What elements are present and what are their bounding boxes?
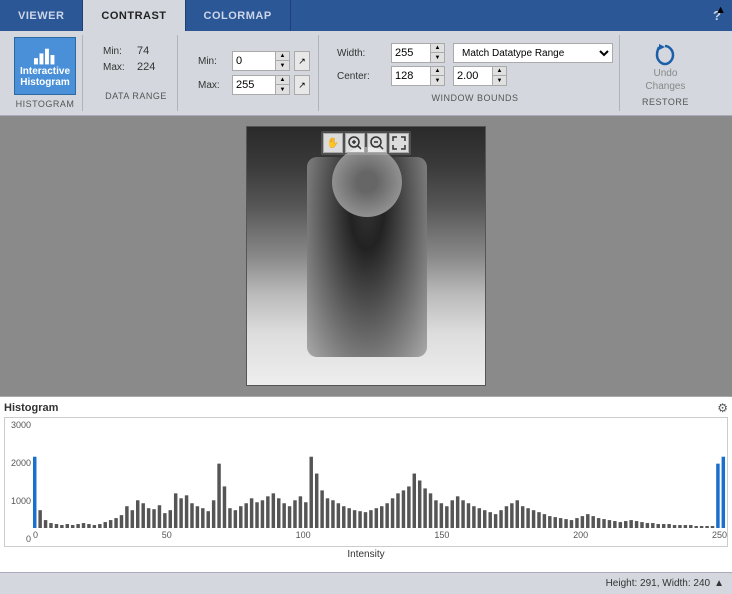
center-spin-down[interactable]: ▼: [430, 76, 444, 85]
center-label: Center:: [337, 71, 387, 82]
histogram-panel: Histogram ⚙ 3000 2000 1000 0 0 50 100 15…: [0, 396, 732, 572]
min-field-row: Min: ▲ ▼ ↗: [198, 51, 310, 71]
histogram-title: Histogram: [4, 402, 58, 414]
tab-colormap[interactable]: COLORMAP: [186, 0, 291, 31]
pan-tool-button[interactable]: ✋: [323, 133, 343, 153]
histogram-gear-icon[interactable]: ⚙: [717, 401, 728, 415]
fit-icon: [392, 136, 406, 150]
width-row: Width: ▲ ▼ Match Datatype Range Manual F…: [337, 43, 613, 63]
max-spin-up[interactable]: ▲: [275, 76, 289, 85]
min-input[interactable]: [233, 52, 275, 70]
histogram-x-ticks: 0 50 100 150 200 250: [33, 528, 727, 546]
histogram-section-label: HISTOGRAM: [16, 99, 75, 109]
extra-spin-down[interactable]: ▼: [492, 76, 506, 85]
tab-viewer[interactable]: VIEWER: [0, 0, 83, 31]
min-label: Min:: [198, 56, 228, 67]
histogram-y-axis: 3000 2000 1000 0: [5, 418, 33, 546]
toolbar: Interactive Histogram HISTOGRAM Min: 74 …: [0, 31, 732, 116]
data-range-fields: Min: 74 Max: 224: [103, 45, 169, 73]
width-spin-down[interactable]: ▼: [430, 53, 444, 62]
min-spin-up[interactable]: ▲: [275, 52, 289, 61]
toolbar-collapse-arrow[interactable]: ▲: [715, 4, 726, 16]
center-row: Center: ▲ ▼ ▲ ▼: [337, 66, 613, 86]
undo-changes-label: Undo Changes: [645, 67, 685, 93]
max-spin-down[interactable]: ▼: [275, 85, 289, 94]
zoom-out-icon: [370, 136, 384, 150]
max-label: Max:: [198, 80, 228, 91]
match-datatype-dropdown[interactable]: Match Datatype Range Manual Full Range: [453, 43, 613, 63]
max-input-wrap: ▲ ▼: [232, 75, 290, 95]
histogram-title-bar: Histogram ⚙: [4, 401, 728, 415]
max-input[interactable]: [233, 76, 275, 94]
histogram-x-label: Intensity: [4, 549, 728, 560]
image-container: ✋: [246, 126, 486, 386]
extra-spinners: ▲ ▼: [492, 67, 506, 85]
width-spinners: ▲ ▼: [430, 44, 444, 62]
data-range-max-value: 224: [137, 61, 169, 73]
main-content-area: ✋: [0, 116, 732, 396]
center-spin-up[interactable]: ▲: [430, 67, 444, 76]
dropdown-wrap: Match Datatype Range Manual Full Range: [453, 43, 613, 63]
window-bounds-section: Width: ▲ ▼ Match Datatype Range Manual F…: [331, 35, 620, 111]
center-input-wrap: ▲ ▼: [391, 66, 445, 86]
undo-icon: [651, 39, 679, 67]
data-range-section-label: DATA RANGE: [105, 91, 167, 101]
max-spinners: ▲ ▼: [275, 76, 289, 94]
data-range-max-row: Max: 224: [103, 61, 169, 73]
width-input[interactable]: [392, 44, 430, 62]
width-label: Width:: [337, 48, 387, 59]
histogram-svg: [33, 418, 727, 528]
min-expand-button[interactable]: ↗: [294, 51, 310, 71]
fit-button[interactable]: [389, 133, 409, 153]
data-range-min-row: Min: 74: [103, 45, 169, 57]
grayscale-image: [247, 127, 485, 385]
extra-spin-up[interactable]: ▲: [492, 67, 506, 76]
max-expand-button[interactable]: ↗: [294, 75, 310, 95]
max-field-row: Max: ▲ ▼ ↗: [198, 75, 310, 95]
min-spinners: ▲ ▼: [275, 52, 289, 70]
interactive-histogram-button[interactable]: Interactive Histogram: [14, 37, 76, 95]
histogram-chart: 3000 2000 1000 0 0 50 100 150 200 250: [4, 417, 728, 547]
data-range-max-label: Max:: [103, 62, 133, 73]
head-shape: [332, 147, 402, 217]
histogram-plot-area: [33, 418, 727, 528]
image-overlay-tools: ✋: [321, 131, 411, 155]
width-input-wrap: ▲ ▼: [391, 43, 445, 63]
zoom-out-button[interactable]: [367, 133, 387, 153]
center-input[interactable]: [392, 67, 430, 85]
status-expand-icon[interactable]: ▲: [714, 578, 724, 589]
data-range-min-label: Min:: [103, 46, 133, 57]
width-spin-up[interactable]: ▲: [430, 44, 444, 53]
center-spinners: ▲ ▼: [430, 67, 444, 85]
status-bar: Height: 291, Width: 240 ▲: [0, 572, 732, 594]
extra-value-wrap: ▲ ▼: [453, 66, 507, 86]
minmax-section: Min: ▲ ▼ ↗ Max: ▲ ▼ ↗: [190, 35, 319, 111]
undo-changes-button[interactable]: Undo Changes: [645, 39, 685, 93]
zoom-in-button[interactable]: [345, 133, 365, 153]
status-text: Height: 291, Width: 240: [606, 578, 711, 589]
min-spin-down[interactable]: ▼: [275, 61, 289, 70]
min-input-wrap: ▲ ▼: [232, 51, 290, 71]
data-range-section: Min: 74 Max: 224 HISTOGRAM DATA RANGE: [95, 35, 178, 111]
extra-value-input[interactable]: [454, 67, 492, 85]
histogram-section: Interactive Histogram HISTOGRAM: [8, 35, 83, 111]
window-bounds-label: WINDOW BOUNDS: [337, 93, 613, 103]
tab-contrast[interactable]: CONTRAST: [83, 0, 185, 31]
histogram-icon: [29, 44, 61, 66]
zoom-in-icon: [348, 136, 362, 150]
restore-section: Undo Changes RESTORE: [632, 35, 699, 111]
restore-label: RESTORE: [642, 97, 689, 107]
tab-bar: VIEWER CONTRAST COLORMAP ?: [0, 0, 732, 31]
data-range-min-value: 74: [137, 45, 169, 57]
